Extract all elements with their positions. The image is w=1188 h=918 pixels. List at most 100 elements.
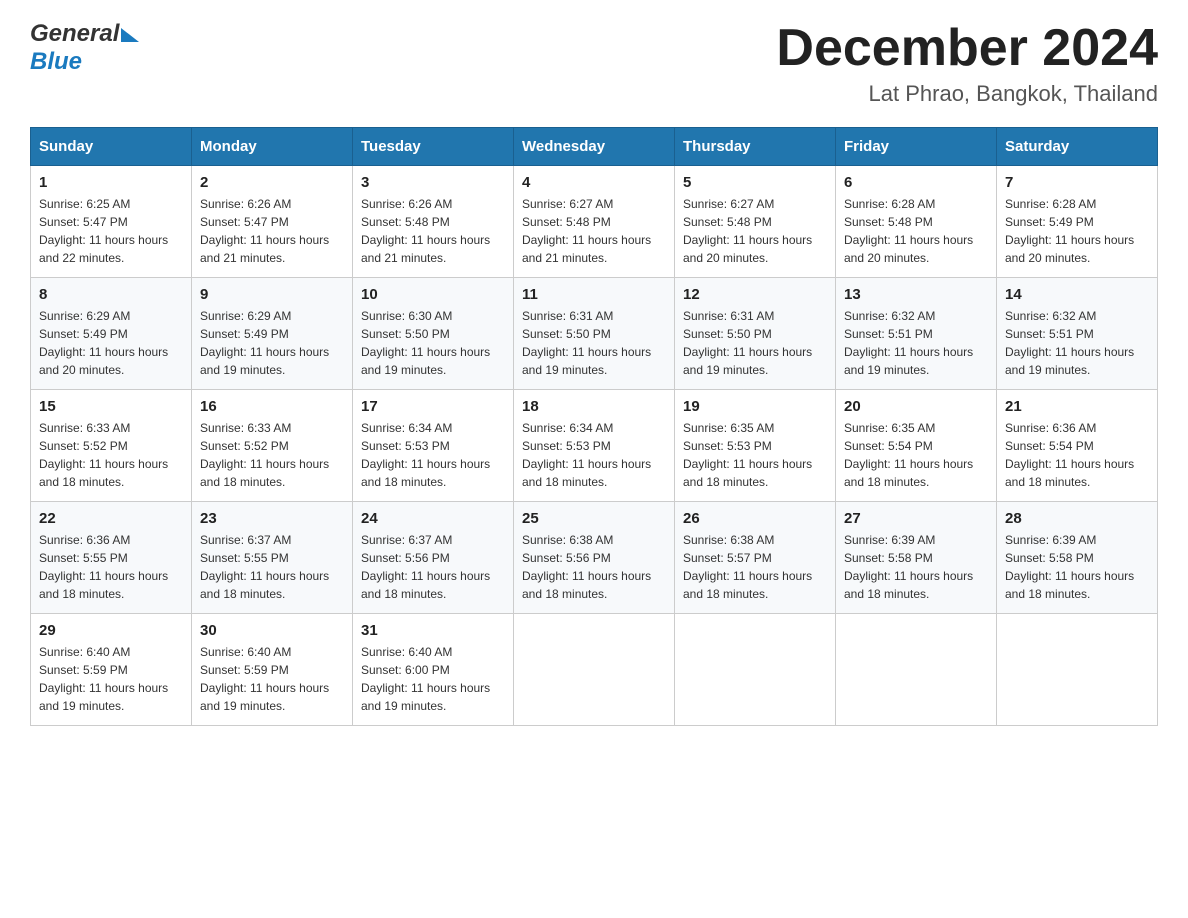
calendar-cell: 23 Sunrise: 6:37 AMSunset: 5:55 PMDaylig… bbox=[192, 502, 353, 614]
calendar-cell: 8 Sunrise: 6:29 AMSunset: 5:49 PMDayligh… bbox=[31, 278, 192, 390]
calendar-week-2: 8 Sunrise: 6:29 AMSunset: 5:49 PMDayligh… bbox=[31, 278, 1158, 390]
day-info: Sunrise: 6:34 AMSunset: 5:53 PMDaylight:… bbox=[522, 419, 666, 491]
day-number: 10 bbox=[361, 286, 505, 303]
calendar-cell: 25 Sunrise: 6:38 AMSunset: 5:56 PMDaylig… bbox=[514, 502, 675, 614]
header-saturday: Saturday bbox=[997, 128, 1158, 166]
day-info: Sunrise: 6:38 AMSunset: 5:57 PMDaylight:… bbox=[683, 531, 827, 603]
calendar-cell: 11 Sunrise: 6:31 AMSunset: 5:50 PMDaylig… bbox=[514, 278, 675, 390]
day-info: Sunrise: 6:25 AMSunset: 5:47 PMDaylight:… bbox=[39, 195, 183, 267]
calendar-cell: 29 Sunrise: 6:40 AMSunset: 5:59 PMDaylig… bbox=[31, 614, 192, 726]
day-info: Sunrise: 6:27 AMSunset: 5:48 PMDaylight:… bbox=[522, 195, 666, 267]
day-number: 26 bbox=[683, 510, 827, 527]
calendar-cell: 24 Sunrise: 6:37 AMSunset: 5:56 PMDaylig… bbox=[353, 502, 514, 614]
day-number: 2 bbox=[200, 174, 344, 191]
calendar-cell: 12 Sunrise: 6:31 AMSunset: 5:50 PMDaylig… bbox=[675, 278, 836, 390]
day-number: 21 bbox=[1005, 398, 1149, 415]
day-info: Sunrise: 6:34 AMSunset: 5:53 PMDaylight:… bbox=[361, 419, 505, 491]
calendar-cell bbox=[514, 614, 675, 726]
calendar-cell: 3 Sunrise: 6:26 AMSunset: 5:48 PMDayligh… bbox=[353, 166, 514, 278]
calendar-cell bbox=[675, 614, 836, 726]
day-number: 3 bbox=[361, 174, 505, 191]
header-friday: Friday bbox=[836, 128, 997, 166]
day-info: Sunrise: 6:27 AMSunset: 5:48 PMDaylight:… bbox=[683, 195, 827, 267]
header-sunday: Sunday bbox=[31, 128, 192, 166]
calendar-cell: 17 Sunrise: 6:34 AMSunset: 5:53 PMDaylig… bbox=[353, 390, 514, 502]
header-tuesday: Tuesday bbox=[353, 128, 514, 166]
day-number: 11 bbox=[522, 286, 666, 303]
calendar-cell: 9 Sunrise: 6:29 AMSunset: 5:49 PMDayligh… bbox=[192, 278, 353, 390]
calendar-cell: 26 Sunrise: 6:38 AMSunset: 5:57 PMDaylig… bbox=[675, 502, 836, 614]
day-number: 27 bbox=[844, 510, 988, 527]
logo-arrow-icon bbox=[121, 28, 139, 42]
day-info: Sunrise: 6:28 AMSunset: 5:49 PMDaylight:… bbox=[1005, 195, 1149, 267]
day-info: Sunrise: 6:35 AMSunset: 5:53 PMDaylight:… bbox=[683, 419, 827, 491]
calendar-cell: 5 Sunrise: 6:27 AMSunset: 5:48 PMDayligh… bbox=[675, 166, 836, 278]
calendar-week-4: 22 Sunrise: 6:36 AMSunset: 5:55 PMDaylig… bbox=[31, 502, 1158, 614]
location-title: Lat Phrao, Bangkok, Thailand bbox=[776, 81, 1158, 107]
day-number: 9 bbox=[200, 286, 344, 303]
day-info: Sunrise: 6:40 AMSunset: 5:59 PMDaylight:… bbox=[39, 643, 183, 715]
day-info: Sunrise: 6:29 AMSunset: 5:49 PMDaylight:… bbox=[200, 307, 344, 379]
day-info: Sunrise: 6:31 AMSunset: 5:50 PMDaylight:… bbox=[522, 307, 666, 379]
calendar-week-1: 1 Sunrise: 6:25 AMSunset: 5:47 PMDayligh… bbox=[31, 166, 1158, 278]
day-info: Sunrise: 6:28 AMSunset: 5:48 PMDaylight:… bbox=[844, 195, 988, 267]
calendar-table: SundayMondayTuesdayWednesdayThursdayFrid… bbox=[30, 127, 1158, 726]
title-block: December 2024 Lat Phrao, Bangkok, Thaila… bbox=[776, 20, 1158, 107]
day-info: Sunrise: 6:30 AMSunset: 5:50 PMDaylight:… bbox=[361, 307, 505, 379]
calendar-week-5: 29 Sunrise: 6:40 AMSunset: 5:59 PMDaylig… bbox=[31, 614, 1158, 726]
calendar-cell bbox=[836, 614, 997, 726]
day-info: Sunrise: 6:36 AMSunset: 5:54 PMDaylight:… bbox=[1005, 419, 1149, 491]
calendar-cell: 22 Sunrise: 6:36 AMSunset: 5:55 PMDaylig… bbox=[31, 502, 192, 614]
day-info: Sunrise: 6:33 AMSunset: 5:52 PMDaylight:… bbox=[200, 419, 344, 491]
day-info: Sunrise: 6:37 AMSunset: 5:55 PMDaylight:… bbox=[200, 531, 344, 603]
calendar-cell: 2 Sunrise: 6:26 AMSunset: 5:47 PMDayligh… bbox=[192, 166, 353, 278]
day-number: 22 bbox=[39, 510, 183, 527]
day-info: Sunrise: 6:36 AMSunset: 5:55 PMDaylight:… bbox=[39, 531, 183, 603]
calendar-cell: 21 Sunrise: 6:36 AMSunset: 5:54 PMDaylig… bbox=[997, 390, 1158, 502]
calendar-cell: 16 Sunrise: 6:33 AMSunset: 5:52 PMDaylig… bbox=[192, 390, 353, 502]
day-info: Sunrise: 6:26 AMSunset: 5:47 PMDaylight:… bbox=[200, 195, 344, 267]
day-info: Sunrise: 6:32 AMSunset: 5:51 PMDaylight:… bbox=[1005, 307, 1149, 379]
day-number: 7 bbox=[1005, 174, 1149, 191]
header-wednesday: Wednesday bbox=[514, 128, 675, 166]
calendar-cell: 19 Sunrise: 6:35 AMSunset: 5:53 PMDaylig… bbox=[675, 390, 836, 502]
day-number: 12 bbox=[683, 286, 827, 303]
calendar-header-row: SundayMondayTuesdayWednesdayThursdayFrid… bbox=[31, 128, 1158, 166]
day-number: 28 bbox=[1005, 510, 1149, 527]
day-number: 8 bbox=[39, 286, 183, 303]
day-info: Sunrise: 6:39 AMSunset: 5:58 PMDaylight:… bbox=[844, 531, 988, 603]
day-number: 18 bbox=[522, 398, 666, 415]
day-number: 6 bbox=[844, 174, 988, 191]
day-info: Sunrise: 6:29 AMSunset: 5:49 PMDaylight:… bbox=[39, 307, 183, 379]
calendar-cell: 1 Sunrise: 6:25 AMSunset: 5:47 PMDayligh… bbox=[31, 166, 192, 278]
calendar-cell bbox=[997, 614, 1158, 726]
day-number: 23 bbox=[200, 510, 344, 527]
calendar-cell: 13 Sunrise: 6:32 AMSunset: 5:51 PMDaylig… bbox=[836, 278, 997, 390]
calendar-cell: 31 Sunrise: 6:40 AMSunset: 6:00 PMDaylig… bbox=[353, 614, 514, 726]
calendar-cell: 7 Sunrise: 6:28 AMSunset: 5:49 PMDayligh… bbox=[997, 166, 1158, 278]
day-number: 15 bbox=[39, 398, 183, 415]
day-info: Sunrise: 6:35 AMSunset: 5:54 PMDaylight:… bbox=[844, 419, 988, 491]
page-header: General Blue December 2024 Lat Phrao, Ba… bbox=[30, 20, 1158, 107]
day-number: 17 bbox=[361, 398, 505, 415]
day-number: 20 bbox=[844, 398, 988, 415]
logo: General Blue bbox=[30, 20, 139, 76]
calendar-cell: 6 Sunrise: 6:28 AMSunset: 5:48 PMDayligh… bbox=[836, 166, 997, 278]
day-number: 13 bbox=[844, 286, 988, 303]
logo-general-text: General bbox=[30, 20, 119, 48]
calendar-cell: 10 Sunrise: 6:30 AMSunset: 5:50 PMDaylig… bbox=[353, 278, 514, 390]
day-number: 25 bbox=[522, 510, 666, 527]
day-info: Sunrise: 6:40 AMSunset: 5:59 PMDaylight:… bbox=[200, 643, 344, 715]
header-thursday: Thursday bbox=[675, 128, 836, 166]
day-info: Sunrise: 6:39 AMSunset: 5:58 PMDaylight:… bbox=[1005, 531, 1149, 603]
month-title: December 2024 bbox=[776, 20, 1158, 77]
day-number: 30 bbox=[200, 622, 344, 639]
logo-blue-text: Blue bbox=[30, 48, 82, 76]
day-number: 29 bbox=[39, 622, 183, 639]
day-info: Sunrise: 6:37 AMSunset: 5:56 PMDaylight:… bbox=[361, 531, 505, 603]
calendar-cell: 27 Sunrise: 6:39 AMSunset: 5:58 PMDaylig… bbox=[836, 502, 997, 614]
day-number: 1 bbox=[39, 174, 183, 191]
calendar-cell: 28 Sunrise: 6:39 AMSunset: 5:58 PMDaylig… bbox=[997, 502, 1158, 614]
day-number: 19 bbox=[683, 398, 827, 415]
day-number: 16 bbox=[200, 398, 344, 415]
